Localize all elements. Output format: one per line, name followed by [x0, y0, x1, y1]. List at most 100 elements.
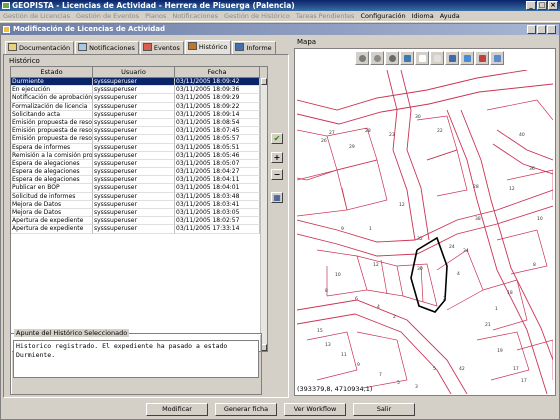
map-house-number: 9 [357, 362, 360, 368]
history-table[interactable]: Estado Usuario Fecha Durmiente sysssuperu… [10, 66, 268, 352]
map-house-number: 2 [443, 296, 446, 302]
tab-3[interactable]: Histórico [184, 40, 232, 54]
measure-icon[interactable] [430, 51, 444, 65]
print-icon[interactable] [475, 51, 489, 65]
menu-item-6[interactable]: Configuración [357, 11, 408, 21]
zoom-icon[interactable] [400, 51, 414, 65]
map-house-number: 5 [397, 380, 400, 386]
minimize-button[interactable]: _ [526, 1, 536, 10]
history-table-header: Estado Usuario Fecha [11, 67, 267, 78]
edit-icon[interactable] [460, 51, 474, 65]
table-row[interactable]: Espera de alegaciones sysssuperuser 03/11/… [11, 168, 260, 177]
frame-titlebar: Modificación de Licencias de Actividad [1, 24, 559, 35]
cell-fecha: 03/11/2005 18:09:14 [175, 110, 260, 119]
column-header-fecha[interactable]: Fecha [175, 67, 260, 78]
history-note-textarea[interactable]: Historico registrado. El expediente ha p… [13, 340, 259, 378]
table-row[interactable]: Espera de informes sysssuperuser 03/11/200… [11, 143, 260, 152]
layers-icon[interactable] [385, 51, 399, 65]
events-icon [142, 43, 152, 51]
map-house-number: 32 [417, 236, 423, 242]
map-canvas[interactable]: 3027262829232240362838343230181210864215… [297, 70, 553, 394]
cell-usuario: sysssuperuser [93, 102, 175, 111]
cell-usuario: sysssuperuser [93, 176, 175, 185]
select-icon[interactable] [370, 51, 384, 65]
frame-close-button[interactable] [547, 25, 556, 34]
info-icon[interactable] [445, 51, 459, 65]
table-row[interactable]: Emisión propuesta de resolu sysssuperuser… [11, 127, 260, 136]
tab-2[interactable]: Eventos [139, 41, 184, 54]
close-button[interactable]: × [548, 1, 558, 10]
cell-fecha: 03/11/2005 17:33:14 [175, 225, 260, 234]
tab-label: Notificaciones [89, 44, 135, 52]
cell-usuario: sysssuperuser [93, 225, 175, 234]
cell-usuario: sysssuperuser [93, 200, 175, 209]
tab-0[interactable]: Documentación [5, 41, 75, 54]
zoom-in-icon[interactable] [355, 51, 369, 65]
table-row[interactable]: Espera de alegaciones sysssuperuser 03/11/… [11, 159, 260, 169]
table-row[interactable]: Emisión propuesta de resolu sysssuperuser… [11, 118, 260, 128]
menu-item-5[interactable]: Tareas Pendientes [293, 11, 358, 21]
map-house-number: 1 [369, 226, 372, 232]
accept-check-button[interactable]: ✔ [271, 133, 283, 144]
column-header-estado[interactable]: Estado [11, 67, 93, 78]
map-panel: 30 27 26 28 29 23 22 40 36 28 38 34 32 30 18 12 10 8 6 4 2 15… [294, 48, 556, 396]
table-row[interactable]: Solicitando acta sysssuperuser 03/11/2005 … [11, 110, 260, 119]
table-row[interactable]: En ejecución sysssuperuser 03/11/2005 18:0… [11, 86, 260, 95]
table-row[interactable]: Apertura de expediente sysssuperuser 03/11… [11, 217, 260, 226]
table-row[interactable]: Durmiente sysssuperuser 03/11/2005 18:09:4… [11, 78, 260, 87]
table-view-button[interactable]: ▦ [271, 192, 283, 203]
map-house-number: 6 [355, 296, 358, 302]
tab-1[interactable]: Notificaciones [75, 41, 139, 54]
table-row[interactable]: Formalización de licencia sysssuperuser 03… [11, 102, 260, 111]
pan-icon[interactable] [415, 51, 429, 65]
remove-button[interactable]: − [271, 169, 283, 180]
frame-minimize-button[interactable] [527, 25, 536, 34]
table-row[interactable]: Mejora de Datos sysssuperuser 03/11/2005 1… [11, 209, 260, 218]
map-house-number: 36 [529, 166, 535, 172]
menu-item-1[interactable]: Gestión de Eventos [73, 11, 142, 21]
menu-item-3[interactable]: Notificaciones [169, 11, 221, 21]
menu-item-7[interactable]: Idioma [409, 11, 437, 21]
map-house-number: 12 [373, 262, 379, 268]
cell-fecha: 03/11/2005 18:09:36 [175, 86, 260, 95]
modify-button[interactable]: Modificar [146, 403, 208, 416]
menu-item-0[interactable]: Gestión de Licencias [0, 11, 73, 21]
frame-maximize-button[interactable] [537, 25, 546, 34]
table-row[interactable]: Apertura de expediente sysssuperuser 03/11… [11, 225, 260, 234]
cell-fecha: 03/11/2005 18:09:42 [175, 78, 260, 87]
scroll-up-arrow[interactable] [261, 78, 267, 85]
map-house-number: 28 [473, 184, 479, 190]
cell-usuario: sysssuperuser [93, 151, 175, 160]
tab-4[interactable]: Informe [232, 41, 276, 54]
menu-item-2[interactable]: Planos [142, 11, 169, 21]
table-row[interactable]: Notificación de aprobación sysssuperuser 0… [11, 94, 260, 103]
exit-button[interactable]: Salir [353, 403, 415, 416]
generate-sheet-button[interactable]: Generar ficha [215, 403, 277, 416]
column-header-usuario[interactable]: Usuario [93, 67, 175, 78]
map-house-number: 13 [325, 342, 331, 348]
menu-item-8[interactable]: Ayuda [437, 11, 463, 21]
table-row[interactable]: Espera de alegaciones sysssuperuser 03/11/… [11, 176, 260, 185]
add-button[interactable]: + [271, 152, 283, 163]
cell-fecha: 03/11/2005 18:05:07 [175, 159, 260, 169]
menubar: Gestión de Licencias Gestión de Eventos Pl… [0, 11, 560, 22]
history-scrollbar[interactable] [260, 78, 267, 351]
maximize-button[interactable]: □ [537, 1, 547, 10]
cell-estado: Espera de alegaciones [11, 176, 93, 185]
table-row[interactable]: Solicitud de informes sysssuperuser 03/11/… [11, 192, 260, 201]
table-row[interactable]: Mejora de Datos sysssuperuser 03/11/2005 1… [11, 200, 260, 209]
grid-icon[interactable] [490, 51, 504, 65]
documents-icon [8, 43, 17, 51]
table-row[interactable]: Emisión propuesta de resolu sysssuperuser… [11, 135, 260, 144]
view-workflow-button[interactable]: Ver Workflow [284, 403, 346, 416]
action-bar: Modificar Generar ficha Ver Workflow Sal… [1, 400, 559, 419]
table-row[interactable]: Remisión a la comisión provi sysssuperuse… [11, 151, 260, 160]
cell-fecha: 03/11/2005 18:03:05 [175, 209, 260, 218]
map-house-number: 10 [537, 216, 543, 222]
map-house-number: 17 [521, 378, 527, 384]
table-row[interactable]: Publicar en BOP sysssuperuser 03/11/2005 1… [11, 184, 260, 193]
cell-fecha: 03/11/2005 18:04:11 [175, 176, 260, 185]
menu-item-4[interactable]: Gestión de Histórico [221, 11, 293, 21]
map-house-number: 38 [475, 216, 481, 222]
map-house-number: 5 [433, 366, 436, 372]
